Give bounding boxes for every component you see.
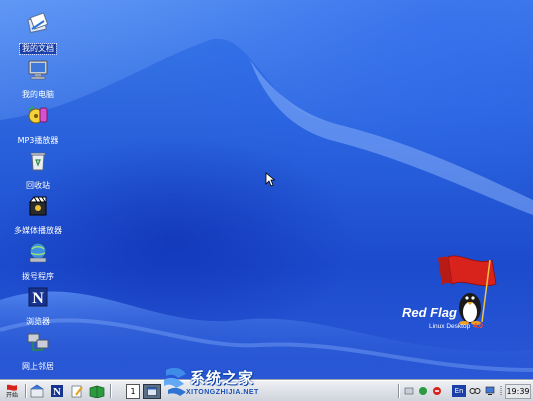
mouse-cursor-icon — [265, 172, 275, 187]
browser-icon: N — [51, 385, 63, 398]
tray-spacer — [446, 383, 450, 399]
quicklaunch-browser[interactable]: N — [49, 383, 65, 399]
tray-display[interactable] — [484, 383, 496, 399]
tray-glasses[interactable] — [469, 383, 481, 399]
quicklaunch-home[interactable] — [29, 383, 45, 399]
my-documents-icon — [27, 12, 49, 34]
tray-handle[interactable] — [498, 383, 504, 399]
icon-label: 浏览器 — [26, 317, 50, 326]
input-method-button[interactable]: En — [452, 385, 466, 397]
tray-clock[interactable]: 19:39 — [505, 384, 531, 399]
desktop-icon-mp3-player[interactable]: MP3播放器 — [8, 104, 68, 147]
stop-tray-icon — [433, 387, 441, 395]
tray-network[interactable] — [403, 383, 415, 399]
desktop[interactable]: 我的文档 我的电脑 MP3播放器 回收站 多媒体播放器 拨号程序 N 浏览器 网… — [0, 0, 533, 380]
desktop-icon-recycle-bin[interactable]: 回收站 — [8, 149, 68, 192]
svg-text:N: N — [53, 386, 61, 398]
recycle-bin-icon — [30, 152, 46, 171]
icon-label: 网上邻居 — [22, 362, 54, 371]
svg-text:N: N — [32, 290, 44, 307]
taskbar-separator — [398, 384, 400, 398]
virtual-desktop-button[interactable]: 1 — [126, 384, 140, 399]
icon-label: 多媒体播放器 — [14, 226, 62, 235]
logo-subtitle: Linux Desktop 4.0 — [429, 323, 483, 330]
browser-icon: N — [28, 287, 48, 307]
help-book-icon — [89, 385, 105, 398]
icon-label: 我的文档 — [19, 43, 57, 55]
mp3-player-icon — [28, 106, 48, 124]
home-folder-icon — [30, 384, 44, 398]
start-button[interactable]: 开始 — [1, 383, 23, 399]
desktop-icon-network-neighborhood[interactable]: 网上邻居 — [8, 330, 68, 373]
quicklaunch-help[interactable] — [89, 383, 105, 399]
desktop-icon-my-computer[interactable]: 我的电脑 — [8, 58, 68, 101]
logo-version: 4.0 — [473, 323, 483, 330]
watermark-title: 系统之家 — [190, 369, 255, 387]
icon-label: 我的电脑 — [22, 90, 54, 99]
tray-stop[interactable] — [431, 383, 443, 399]
grip-icon — [500, 386, 502, 396]
desktop-icon-media-player[interactable]: 多媒体播放器 — [8, 194, 68, 237]
window-list-button[interactable] — [143, 384, 161, 399]
my-computer-icon — [28, 60, 48, 80]
display-tray-icon — [485, 386, 495, 395]
icon-label: 拨号程序 — [22, 272, 54, 281]
network-tray-icon — [404, 387, 414, 395]
accessibility-tray-icon — [469, 388, 481, 394]
text-editor-icon — [71, 385, 83, 398]
taskbar-separator — [25, 384, 27, 398]
network-neighborhood-icon — [27, 333, 49, 351]
start-label: 开始 — [5, 391, 18, 399]
quicklaunch-editor[interactable] — [69, 383, 85, 399]
icon-label: 回收站 — [26, 181, 50, 190]
tray-update[interactable] — [417, 383, 429, 399]
update-tray-icon — [419, 387, 427, 395]
dialer-icon — [29, 242, 47, 263]
logo-subtitle-text: Linux Desktop — [429, 323, 471, 330]
watermark-url: XITONGZHIJIA.NET — [186, 389, 259, 396]
desktop-icon-my-documents[interactable]: 我的文档 — [8, 12, 68, 55]
desktop-icon-dialer[interactable]: 拨号程序 — [8, 240, 68, 283]
desktop-icon-browser[interactable]: N 浏览器 — [8, 285, 68, 328]
window-icon — [147, 387, 157, 396]
logo-title: Red Flag — [402, 305, 457, 320]
icon-label: MP3播放器 — [17, 136, 59, 145]
media-player-icon — [28, 196, 47, 216]
taskbar-separator — [110, 384, 112, 398]
